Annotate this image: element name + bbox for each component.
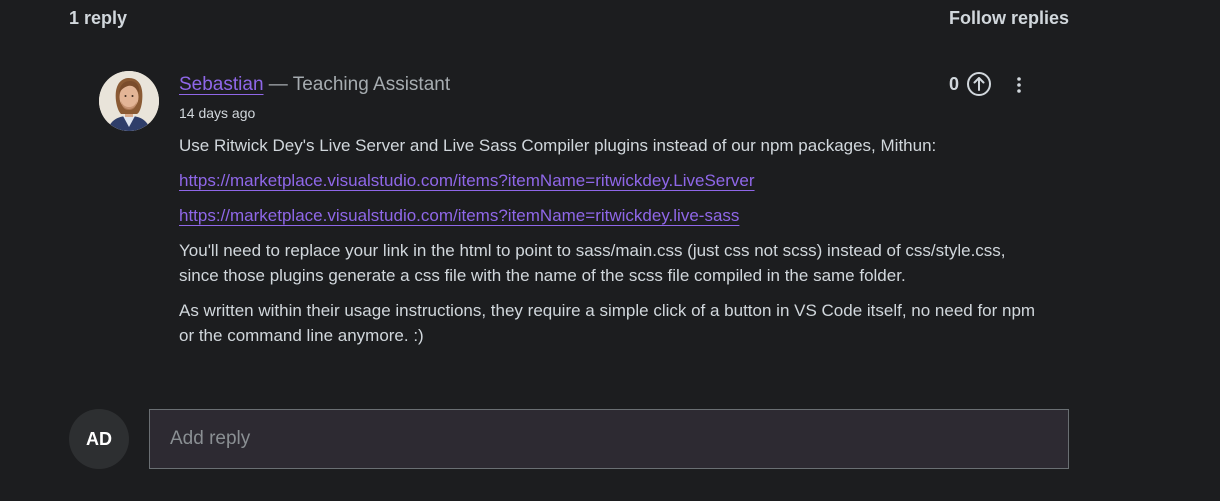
live-server-link[interactable]: https://marketplace.visualstudio.com/ite… xyxy=(179,168,755,193)
add-reply-row: AD xyxy=(69,409,1069,469)
add-reply-input[interactable] xyxy=(149,409,1069,469)
reply-paragraph: You'll need to replace your link in the … xyxy=(179,241,1006,285)
vote-count: 0 xyxy=(948,73,959,94)
current-user-avatar: AD xyxy=(69,409,129,469)
reply-paragraph: Use Ritwick Dey's Live Server and Live S… xyxy=(179,136,937,155)
reply-content: Sebastian — Teaching Assistant 14 days a… xyxy=(179,71,1049,348)
reply-link-paragraph: https://marketplace.visualstudio.com/ite… xyxy=(179,168,1049,193)
follow-replies-button[interactable]: Follow replies xyxy=(949,8,1069,29)
vertical-dots-icon[interactable] xyxy=(1009,75,1029,95)
author-role: Teaching Assistant xyxy=(292,74,451,95)
replies-header: 1 reply Follow replies xyxy=(69,8,1069,32)
author-avatar[interactable] xyxy=(99,71,159,131)
arrow-up-circle-icon[interactable] xyxy=(967,72,991,96)
reply-paragraph: As written within their usage instructio… xyxy=(179,301,1036,345)
author-line: Sebastian — Teaching Assistant xyxy=(179,71,1049,99)
reply-timestamp: 14 days ago xyxy=(179,105,256,121)
author-avatar-photo xyxy=(99,71,159,131)
live-sass-link[interactable]: https://marketplace.visualstudio.com/ite… xyxy=(179,203,739,228)
author-separator: — xyxy=(263,74,293,95)
vote-control: 0 xyxy=(949,72,991,96)
author-name-link[interactable]: Sebastian xyxy=(179,74,264,95)
reply-count: 1 reply xyxy=(69,8,128,28)
reply-link-paragraph: https://marketplace.visualstudio.com/ite… xyxy=(179,203,1049,228)
